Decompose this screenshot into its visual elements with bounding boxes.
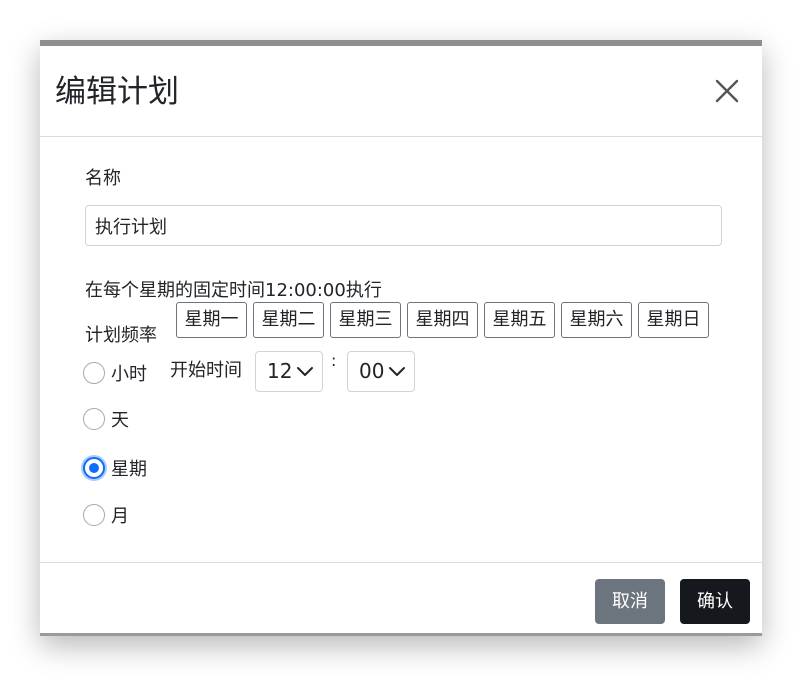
- chevron-down-icon: [297, 367, 313, 376]
- weekday-button-fri[interactable]: 星期五: [484, 302, 555, 338]
- name-input[interactable]: [85, 205, 722, 246]
- start-time-label: 开始时间: [170, 360, 242, 381]
- confirm-button[interactable]: 确认: [680, 579, 750, 624]
- cancel-button[interactable]: 取消: [595, 579, 665, 624]
- frequency-label: 计划频率: [85, 325, 157, 346]
- weekday-button-sat[interactable]: 星期六: [561, 302, 632, 338]
- schedule-summary: 在每个星期的固定时间12:00:00执行: [85, 280, 382, 301]
- radio-label-hour: 小时: [111, 364, 147, 385]
- radio-hour[interactable]: [83, 362, 105, 384]
- minute-select-value: 00: [359, 359, 385, 383]
- name-label: 名称: [85, 168, 121, 189]
- hour-select[interactable]: 12: [255, 351, 323, 392]
- close-icon: [715, 79, 739, 103]
- radio-option-month[interactable]: 月: [83, 502, 129, 528]
- radio-option-day[interactable]: 天: [83, 406, 129, 432]
- radio-month[interactable]: [83, 504, 105, 526]
- dialog-header: 编辑计划: [40, 46, 762, 137]
- radio-week[interactable]: [83, 457, 105, 479]
- weekday-button-thu[interactable]: 星期四: [407, 302, 478, 338]
- weekday-button-wed[interactable]: 星期三: [330, 302, 401, 338]
- time-separator: :: [331, 351, 337, 370]
- radio-option-week[interactable]: 星期: [83, 455, 147, 481]
- radio-label-day: 天: [111, 410, 129, 431]
- minute-select[interactable]: 00: [347, 351, 415, 392]
- weekday-button-sun[interactable]: 星期日: [638, 302, 709, 338]
- dialog-title: 编辑计划: [55, 74, 179, 110]
- weekday-button-mon[interactable]: 星期一: [176, 302, 247, 338]
- radio-option-hour[interactable]: 小时: [83, 360, 147, 386]
- dialog-footer: 取消 确认: [40, 562, 762, 636]
- radio-day[interactable]: [83, 408, 105, 430]
- hour-select-value: 12: [267, 359, 293, 383]
- weekday-button-tue[interactable]: 星期二: [253, 302, 324, 338]
- radio-label-month: 月: [111, 506, 129, 527]
- radio-label-week: 星期: [111, 459, 147, 480]
- edit-plan-dialog: 编辑计划 名称 在每个星期的固定时间12:00:00执行 计划频率 小时 星期一…: [40, 40, 762, 636]
- dialog-body: 名称 在每个星期的固定时间12:00:00执行 计划频率 小时 星期一 星期二 …: [40, 137, 762, 562]
- close-button[interactable]: [712, 76, 742, 106]
- chevron-down-icon: [389, 367, 405, 376]
